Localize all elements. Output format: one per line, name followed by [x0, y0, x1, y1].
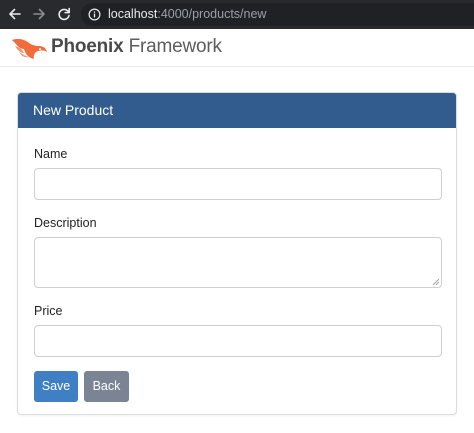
- brand-name-bold: Phoenix: [51, 36, 124, 57]
- brand-name[interactable]: Phoenix Framework: [51, 36, 222, 58]
- save-button[interactable]: Save: [34, 371, 78, 402]
- description-label: Description: [34, 216, 97, 230]
- phoenix-logo-icon[interactable]: [10, 33, 48, 63]
- back-arrow-icon[interactable]: [7, 6, 23, 22]
- back-button[interactable]: Back: [84, 371, 129, 402]
- description-textarea[interactable]: [34, 237, 442, 288]
- panel-title: New Product: [18, 93, 456, 128]
- app-header: Phoenix Framework: [0, 29, 474, 67]
- new-product-panel: New Product Name Description Price Save …: [17, 92, 457, 415]
- price-input[interactable]: [34, 325, 442, 357]
- info-icon[interactable]: [88, 8, 101, 21]
- url-text[interactable]: localhost:4000/products/new: [108, 7, 266, 22]
- address-bar[interactable]: localhost:4000/products/new: [81, 3, 474, 26]
- browser-toolbar: localhost:4000/products/new: [0, 0, 474, 29]
- url-host: localhost: [108, 7, 158, 21]
- forward-arrow-icon[interactable]: [31, 6, 47, 22]
- price-label: Price: [34, 304, 63, 318]
- name-label: Name: [34, 147, 68, 161]
- brand-name-light: Framework: [128, 36, 222, 57]
- resize-grip-icon[interactable]: [432, 278, 439, 285]
- url-path: :4000/products/new: [157, 7, 267, 21]
- name-input[interactable]: [34, 168, 442, 200]
- reload-icon[interactable]: [56, 6, 72, 22]
